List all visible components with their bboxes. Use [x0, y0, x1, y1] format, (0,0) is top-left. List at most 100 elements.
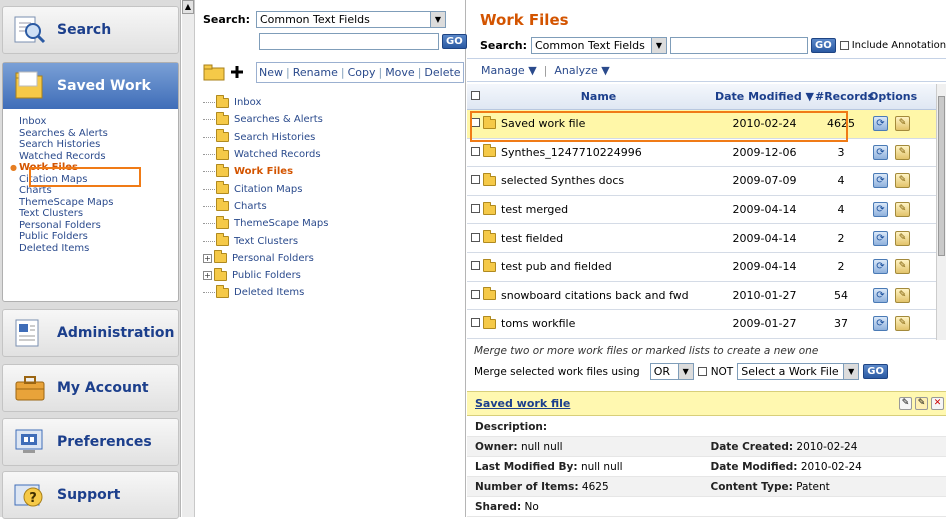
tree-item-personal-folders[interactable]: + Personal Folders — [203, 250, 328, 267]
subnav-item-deleted-items[interactable]: Deleted Items — [19, 243, 178, 255]
tree-item-search-histories[interactable]: Search Histories — [203, 129, 328, 146]
column-header-date-modified[interactable]: Date Modified ▼ — [714, 90, 815, 103]
annotate-icon[interactable]: ✎ — [895, 259, 910, 275]
tree-item-inbox[interactable]: Inbox — [203, 94, 328, 111]
expand-plus-icon[interactable]: + — [203, 253, 212, 263]
folder-panel-scrollbar[interactable]: ▲ — [182, 0, 195, 517]
table-row[interactable]: test merged 2009-04-14 4 ⟳ ✎ — [467, 196, 946, 225]
subnav-item-themescape-maps[interactable]: ThemeScape Maps — [19, 197, 178, 209]
tree-item-public-folders[interactable]: + Public Folders — [203, 267, 328, 284]
manage-analyze-bar: Manage ▼ | Analyze ▼ — [467, 58, 946, 82]
table-row[interactable]: Synthes_1247710224996 2009-12-06 3 ⟳ ✎ — [467, 139, 946, 168]
nav-section-preferences[interactable]: Preferences — [2, 418, 179, 466]
row-checkbox[interactable] — [471, 289, 480, 299]
row-name[interactable]: selected Synthes docs — [501, 174, 624, 187]
folder-search-go-button[interactable]: GO — [442, 34, 467, 49]
not-checkbox[interactable] — [697, 367, 707, 376]
row-name[interactable]: toms workfile — [501, 317, 575, 330]
subnav-item-inbox[interactable]: Inbox — [19, 116, 178, 128]
annotate-icon[interactable]: ✎ — [895, 287, 910, 303]
row-checkbox[interactable] — [471, 318, 480, 328]
delete-folder-link[interactable]: Delete — [424, 66, 460, 79]
subnav-item-watched-records[interactable]: Watched Records — [19, 151, 178, 163]
annotate-icon[interactable]: ✎ — [895, 230, 910, 246]
folder-search-scope-select[interactable]: Common Text Fields ▼ — [255, 11, 446, 28]
new-folder-button[interactable] — [203, 62, 249, 85]
table-row[interactable]: selected Synthes docs 2009-07-09 4 ⟳ ✎ — [467, 167, 946, 196]
row-name[interactable]: test merged — [501, 203, 568, 216]
refresh-icon[interactable]: ⟳ — [873, 230, 888, 246]
select-all-checkbox[interactable] — [471, 91, 480, 100]
refresh-icon[interactable]: ⟳ — [873, 116, 888, 132]
refresh-icon[interactable]: ⟳ — [873, 202, 888, 218]
table-row[interactable]: toms workfile 2009-01-27 37 ⟳ ✎ — [467, 310, 946, 339]
subnav-item-personal-folders[interactable]: Personal Folders — [19, 220, 178, 232]
tree-item-themescape-maps[interactable]: ThemeScape Maps — [203, 215, 328, 232]
column-header-records[interactable]: #Records — [815, 90, 874, 103]
table-row[interactable]: test pub and fielded 2009-04-14 2 ⟳ ✎ — [467, 253, 946, 282]
refresh-icon[interactable]: ⟳ — [873, 173, 888, 189]
table-row[interactable]: test fielded 2009-04-14 2 ⟳ ✎ — [467, 224, 946, 253]
manage-menu[interactable]: Manage ▼ — [481, 64, 537, 77]
tree-item-charts[interactable]: Charts — [203, 198, 328, 215]
tree-item-work-files[interactable]: Work Files — [203, 163, 328, 180]
row-name[interactable]: test fielded — [501, 232, 563, 245]
tree-item-watched-records[interactable]: Watched Records — [203, 146, 328, 163]
subnav-item-searches-alerts[interactable]: Searches & Alerts — [19, 128, 178, 140]
subnav-item-search-histories[interactable]: Search Histories — [19, 139, 178, 151]
row-name[interactable]: snowboard citations back and fwd — [501, 289, 689, 302]
main-search-input[interactable] — [669, 37, 808, 54]
nav-section-support[interactable]: ? Support — [2, 471, 179, 519]
folder-icon — [216, 215, 229, 229]
refresh-icon[interactable]: ⟳ — [873, 316, 888, 332]
row-checkbox[interactable] — [471, 175, 480, 185]
expand-plus-icon[interactable]: + — [203, 271, 212, 281]
copy-folder-link[interactable]: Copy — [348, 66, 376, 79]
new-folder-link[interactable]: New — [259, 66, 283, 79]
analyze-menu[interactable]: Analyze ▼ — [554, 64, 609, 77]
refresh-icon[interactable]: ⟳ — [873, 259, 888, 275]
nav-section-administration[interactable]: Administration — [2, 309, 179, 357]
main-search-scope-select[interactable]: Common Text Fields ▼ — [530, 37, 667, 54]
annotate-icon[interactable]: ✎ — [895, 116, 910, 132]
nav-section-my-account[interactable]: My Account — [2, 364, 179, 412]
annotate-icon[interactable]: ✎ — [915, 397, 928, 410]
refresh-icon[interactable]: ⟳ — [873, 287, 888, 303]
refresh-icon[interactable]: ⟳ — [873, 144, 888, 160]
delete-icon[interactable]: ✕ — [931, 397, 944, 410]
row-checkbox[interactable] — [471, 261, 480, 271]
nav-section-search[interactable]: Search — [2, 6, 179, 54]
row-name[interactable]: Synthes_1247710224996 — [501, 146, 642, 159]
table-row[interactable]: snowboard citations back and fwd 2010-01-… — [467, 282, 946, 311]
folder-tree: Inbox Searches & Alerts Search Histories… — [203, 94, 328, 302]
row-name[interactable]: test pub and fielded — [501, 260, 612, 273]
move-folder-link[interactable]: Move — [385, 66, 415, 79]
merge-work-file-select[interactable]: Select a Work File ▼ — [737, 363, 860, 380]
folder-search-input[interactable] — [259, 33, 439, 50]
scrollbar-thumb[interactable] — [938, 96, 945, 256]
column-header-name[interactable]: Name — [481, 90, 714, 103]
subnav-item-public-folders[interactable]: Public Folders — [19, 231, 178, 243]
tree-item-citation-maps[interactable]: Citation Maps — [203, 180, 328, 197]
merge-operator-select[interactable]: OR ▼ — [649, 363, 694, 380]
include-annotations-checkbox[interactable] — [839, 41, 849, 50]
annotate-icon[interactable]: ✎ — [895, 202, 910, 218]
row-checkbox[interactable] — [471, 204, 480, 214]
annotate-icon[interactable]: ✎ — [895, 173, 910, 189]
tree-item-searches-alerts[interactable]: Searches & Alerts — [203, 111, 328, 128]
rename-folder-link[interactable]: Rename — [293, 66, 338, 79]
table-scrollbar[interactable] — [936, 84, 946, 340]
scroll-up-arrow-icon[interactable]: ▲ — [182, 0, 194, 14]
tree-item-deleted-items[interactable]: Deleted Items — [203, 284, 328, 301]
subnav-item-text-clusters[interactable]: Text Clusters — [19, 208, 178, 220]
merge-go-button[interactable]: GO — [863, 364, 888, 379]
tree-item-text-clusters[interactable]: Text Clusters — [203, 232, 328, 249]
edit-icon[interactable]: ✎ — [899, 397, 912, 410]
row-checkbox[interactable] — [471, 146, 480, 156]
detail-title-link[interactable]: Saved work file — [475, 397, 570, 410]
row-date: 2009-07-09 — [732, 174, 797, 188]
main-search-go-button[interactable]: GO — [810, 38, 836, 53]
annotate-icon[interactable]: ✎ — [895, 144, 910, 160]
annotate-icon[interactable]: ✎ — [895, 316, 910, 332]
row-checkbox[interactable] — [471, 232, 480, 242]
